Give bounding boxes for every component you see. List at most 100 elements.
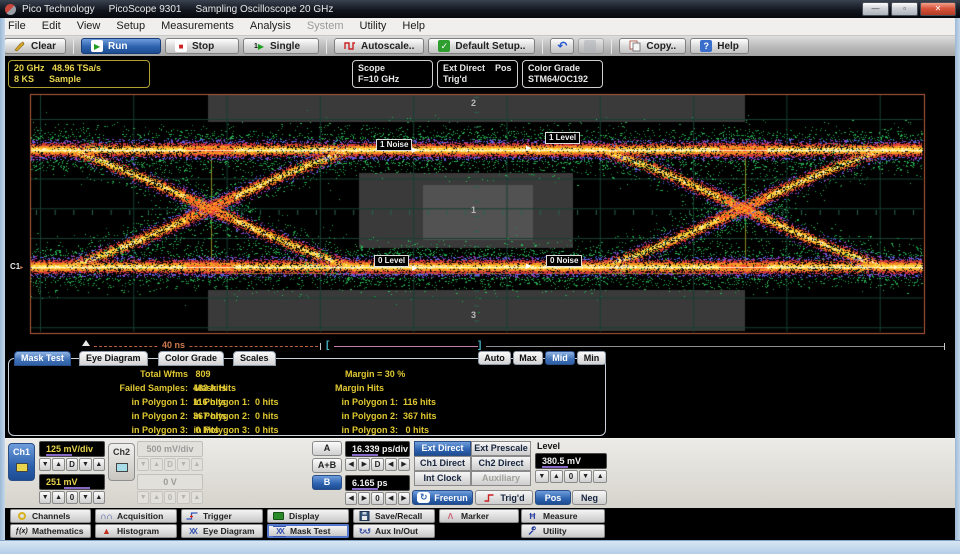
- ch1-offset-spinner[interactable]: ▼▲0▼▲: [39, 491, 105, 504]
- spin-button[interactable]: ▼: [535, 470, 549, 483]
- trigger-ext-direct[interactable]: Ext Direct: [414, 441, 471, 456]
- spin-button[interactable]: ▼: [79, 491, 91, 504]
- spin-button[interactable]: D: [66, 458, 78, 471]
- margin-mid-button[interactable]: Mid: [545, 351, 575, 365]
- ch1-scale-display[interactable]: 125 mV/div: [39, 441, 105, 457]
- level-spinner[interactable]: ▼▲0▼▲: [535, 470, 607, 483]
- spin-button[interactable]: ▶: [398, 458, 410, 471]
- timeline-window-segment[interactable]: [334, 346, 478, 347]
- timebase-b-button[interactable]: B: [312, 475, 342, 490]
- tab-eye-diagram[interactable]: Eye Diagram: [79, 351, 148, 366]
- ch2-button[interactable]: Ch2: [108, 443, 135, 481]
- timebase-delay-spinner[interactable]: ◀▶0◀▶: [345, 492, 410, 505]
- trigger-ext-prescale[interactable]: Ext Prescale: [471, 441, 531, 456]
- mask-test-menu-button[interactable]: ΧΧMask Test: [267, 524, 349, 538]
- default-setup-button[interactable]: ✓ Default Setup..: [428, 38, 535, 54]
- spin-button[interactable]: ▲: [52, 491, 64, 504]
- save-recall-menu-button[interactable]: Save/Recall: [353, 509, 435, 523]
- spin-button[interactable]: ▼: [39, 458, 51, 471]
- undo-button[interactable]: ↶: [550, 38, 574, 54]
- spin-button[interactable]: ▲: [593, 470, 607, 483]
- spin-button[interactable]: ▲: [52, 458, 64, 471]
- ch1-scale-spinner[interactable]: ▼▲D▼▲: [39, 458, 105, 471]
- channels-menu-button[interactable]: Channels: [10, 509, 91, 523]
- tab-mask-test[interactable]: Mask Test: [14, 351, 71, 366]
- menu-help[interactable]: Help: [394, 18, 433, 35]
- spin-button[interactable]: 0: [564, 470, 578, 483]
- tab-color-grade[interactable]: Color Grade: [158, 351, 224, 366]
- trigger-menu-button[interactable]: Trigger: [181, 509, 263, 523]
- minimize-button[interactable]: —: [862, 2, 889, 16]
- one-level-label[interactable]: 1 Level: [545, 132, 580, 144]
- timebase-marker-icon[interactable]: [82, 340, 90, 346]
- slope-pos-button[interactable]: Pos: [535, 490, 571, 505]
- spin-button[interactable]: ▼: [79, 458, 91, 471]
- timebase-scale-spinner[interactable]: ◀▶D◀▶: [345, 458, 410, 471]
- maximize-button[interactable]: ▫: [891, 2, 918, 16]
- spin-button[interactable]: ▶: [358, 458, 370, 471]
- single-button[interactable]: 1▶ Single: [243, 38, 319, 54]
- window-bracket-open[interactable]: [: [326, 341, 329, 351]
- spin-button[interactable]: ▶: [398, 492, 410, 505]
- menu-edit[interactable]: Edit: [34, 18, 69, 35]
- spin-button[interactable]: ▶: [358, 492, 370, 505]
- mathematics-menu-button[interactable]: ƒ(x)Mathematics: [10, 524, 91, 538]
- ch1-button[interactable]: Ch1: [8, 443, 35, 481]
- copy-button[interactable]: Copy..: [619, 38, 686, 54]
- trigger-ch1-direct[interactable]: Ch1 Direct: [414, 456, 471, 471]
- spin-button[interactable]: ▲: [93, 491, 105, 504]
- window-bracket-close[interactable]: ]: [478, 341, 481, 351]
- eye-diagram-menu-button[interactable]: ΧΧEye Diagram: [181, 524, 263, 538]
- menu-view[interactable]: View: [69, 18, 109, 35]
- help-button[interactable]: ? Help: [690, 38, 749, 54]
- spin-button[interactable]: ▲: [550, 470, 564, 483]
- timebase-ab-button[interactable]: A+B: [312, 458, 342, 473]
- timebase-a-button[interactable]: A: [312, 441, 342, 456]
- spin-button[interactable]: ▼: [39, 491, 51, 504]
- spin-button[interactable]: ▲: [93, 458, 105, 471]
- spin-button[interactable]: 0: [371, 492, 383, 505]
- trigger-ch2-direct[interactable]: Ch2 Direct: [471, 456, 531, 471]
- trigd-button[interactable]: Trig'd: [475, 490, 533, 505]
- spin-button[interactable]: ◀: [385, 492, 397, 505]
- level-display[interactable]: 380.5 mV: [535, 453, 607, 469]
- spin-button[interactable]: D: [371, 458, 383, 471]
- run-button[interactable]: ▶ Run: [81, 38, 161, 54]
- acquisition-menu-button[interactable]: ∩∩Acquisition: [95, 509, 177, 523]
- utility-menu-button[interactable]: Utility: [521, 524, 605, 538]
- display-menu-button[interactable]: Display: [267, 509, 349, 523]
- stop-button[interactable]: ■ Stop: [165, 38, 239, 54]
- slope-neg-button[interactable]: Neg: [572, 490, 607, 505]
- spin-button[interactable]: ◀: [385, 458, 397, 471]
- spin-button: ▼: [177, 491, 189, 504]
- menu-measurements[interactable]: Measurements: [153, 18, 242, 35]
- marker-menu-button[interactable]: ΛMarker: [439, 509, 519, 523]
- menu-analysis[interactable]: Analysis: [242, 18, 299, 35]
- tab-scales[interactable]: Scales: [233, 351, 276, 366]
- spin-button[interactable]: 0: [66, 491, 78, 504]
- spin-button[interactable]: ◀: [345, 458, 357, 471]
- trigger-int-clock[interactable]: Int Clock: [414, 471, 471, 486]
- spin-button[interactable]: ◀: [345, 492, 357, 505]
- menu-file[interactable]: File: [0, 18, 34, 35]
- aux-in-out-menu-button[interactable]: ↻↺Aux In/Out: [353, 524, 435, 538]
- spin-button[interactable]: ▼: [579, 470, 593, 483]
- measure-menu-button[interactable]: ĦMeasure: [521, 509, 605, 523]
- freerun-button[interactable]: ↻Freerun: [412, 490, 473, 505]
- eye-diagram-display[interactable]: [5, 92, 955, 338]
- histogram-menu-button[interactable]: ▲Histogram: [95, 524, 177, 538]
- one-noise-label[interactable]: 1 Noise: [376, 139, 412, 151]
- clear-button[interactable]: Clear: [4, 38, 66, 54]
- close-button[interactable]: ✕: [920, 2, 956, 16]
- zero-level-label[interactable]: 0 Level: [374, 255, 409, 267]
- timebase-scale-display[interactable]: 16.339 ps/div: [345, 441, 410, 457]
- menu-utility[interactable]: Utility: [352, 18, 395, 35]
- zero-noise-label[interactable]: 0 Noise: [546, 255, 582, 267]
- ch1-offset-display[interactable]: 251 mV: [39, 474, 105, 490]
- margin-auto-button[interactable]: Auto: [478, 351, 511, 365]
- timebase-delay-display[interactable]: 6.165 ps: [345, 475, 410, 491]
- margin-max-button[interactable]: Max: [513, 351, 543, 365]
- margin-min-button[interactable]: Min: [577, 351, 606, 365]
- menu-setup[interactable]: Setup: [108, 18, 153, 35]
- autoscale-button[interactable]: Autoscale..: [334, 38, 424, 54]
